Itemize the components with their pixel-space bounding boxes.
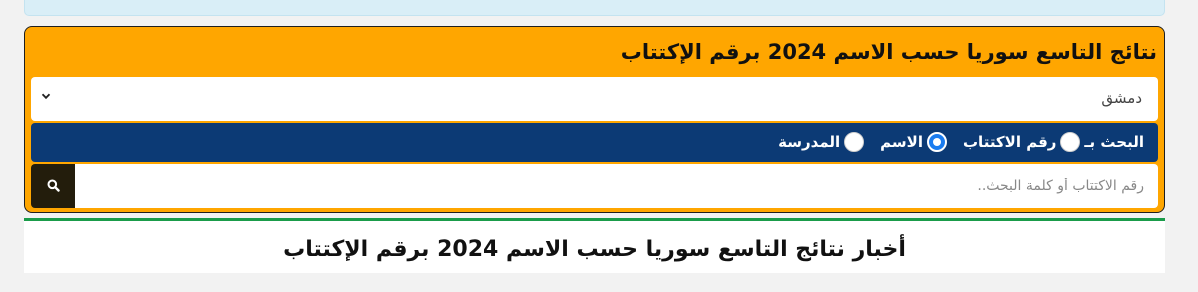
- search-by-options: البحث بـ رقم الاكتتاب الاسم المدرسة: [762, 132, 1144, 152]
- search-icon: [47, 177, 60, 196]
- radio-label-seat-number: رقم الاكتتاب: [962, 133, 1057, 151]
- radio-label-name: الاسم: [880, 133, 923, 151]
- search-by-label: البحث بـ: [1084, 133, 1144, 151]
- news-heading: أخبار نتائج التاسع سوريا حسب الاسم 2024 …: [283, 237, 906, 262]
- results-search-card: نتائج التاسع سوريا حسب الاسم 2024 برقم ا…: [24, 26, 1165, 213]
- chevron-down-icon: [41, 91, 51, 104]
- info-alert-strip: [24, 0, 1165, 16]
- page-background-band: [0, 273, 1198, 292]
- search-by-bar: البحث بـ رقم الاكتتاب الاسم المدرسة: [31, 123, 1158, 162]
- radio-option-school[interactable]: المدرسة: [778, 132, 865, 152]
- search-input[interactable]: [75, 164, 1158, 208]
- radio-label-school: المدرسة: [778, 133, 841, 151]
- radio-name[interactable]: [926, 132, 947, 152]
- search-button[interactable]: [31, 164, 75, 208]
- radio-school[interactable]: [844, 132, 865, 152]
- radio-seat-number[interactable]: [1060, 132, 1081, 152]
- city-select[interactable]: دمشق: [31, 77, 1158, 121]
- city-select-value: دمشق: [1101, 89, 1142, 107]
- card-title: نتائج التاسع سوريا حسب الاسم 2024 برقم ا…: [620, 40, 1157, 64]
- news-section: أخبار نتائج التاسع سوريا حسب الاسم 2024 …: [24, 218, 1165, 278]
- radio-option-seat-number[interactable]: رقم الاكتتاب: [962, 132, 1081, 152]
- radio-option-name[interactable]: الاسم: [880, 132, 947, 152]
